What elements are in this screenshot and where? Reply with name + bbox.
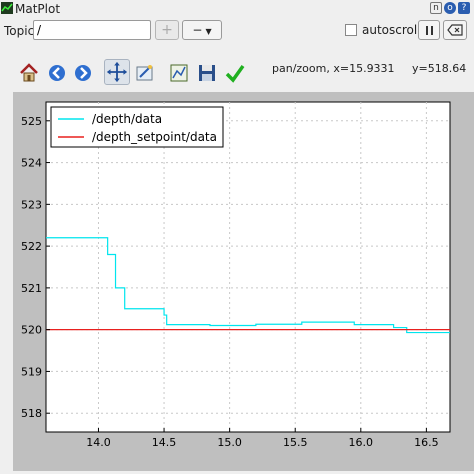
plot-canvas[interactable]: 14.0 14.5 15.0 15.5 16.0 16.5 518 519 520 521 522 5… [13, 92, 474, 471]
autoscroll-toggle[interactable]: autoscroll [345, 23, 421, 37]
y-tick-label: 519 [21, 365, 42, 378]
navigation-toolbar: pan/zoom, x=15.9331 y=518.64 [0, 58, 474, 90]
pause-button[interactable] [418, 20, 440, 40]
autoscroll-checkbox[interactable] [345, 24, 357, 36]
y-tick-label: 518 [21, 407, 42, 420]
topic-label: Topic [4, 24, 35, 38]
plot-figure[interactable]: 14.0 14.5 15.0 15.5 16.0 16.5 518 519 520 521 522 5… [13, 92, 474, 471]
back-icon[interactable] [46, 62, 68, 84]
y-tick-label: 523 [21, 198, 42, 211]
pause-icon-bar [431, 26, 433, 35]
y-tick-label: 522 [21, 240, 42, 253]
x-tick-label: 15.5 [283, 436, 308, 449]
pin-button[interactable]: n [430, 2, 442, 14]
y-tick-label: 520 [21, 324, 42, 337]
chevron-down-icon: ▼ [205, 27, 212, 36]
remove-topic-dropdown[interactable]: − ▼ [182, 20, 222, 40]
clear-button[interactable] [443, 20, 467, 40]
x-tick-label: 15.0 [217, 436, 242, 449]
pause-icon [426, 26, 428, 35]
y-tick-label: 524 [21, 157, 42, 170]
save-icon[interactable] [196, 62, 218, 84]
cursor-coordinates: pan/zoom, x=15.9331 y=518.64 [272, 62, 467, 75]
x-tick-label: 14.0 [86, 436, 111, 449]
pan-icon[interactable] [104, 59, 130, 85]
x-tick-label: 14.5 [152, 436, 177, 449]
legend-label: /depth/data [92, 112, 162, 126]
plot-axes[interactable] [45, 101, 451, 433]
home-icon[interactable] [18, 62, 40, 84]
remove-topic-label: − [192, 23, 203, 37]
topic-row: Topic + −▼ autoscroll [0, 20, 474, 44]
legend-label: /depth_setpoint/data [92, 130, 217, 144]
topic-input[interactable] [33, 20, 151, 40]
subplots-icon[interactable] [168, 62, 190, 84]
checkmark-icon[interactable] [224, 62, 246, 84]
y-tick-label: 525 [21, 115, 42, 128]
zoom-icon[interactable] [134, 62, 156, 84]
add-topic-button[interactable]: + [155, 20, 179, 40]
y-tick-label: 521 [21, 282, 42, 295]
autoscroll-label: autoscroll [362, 23, 421, 37]
window-title: MatPlot [15, 2, 61, 16]
help-button[interactable]: ? [458, 2, 470, 14]
clear-icon [447, 24, 463, 36]
title-bar: MatPlot n o ? [0, 0, 474, 18]
x-tick-label: 16.0 [349, 436, 374, 449]
x-tick-label: 16.5 [414, 436, 439, 449]
app-icon [1, 2, 13, 14]
forward-icon[interactable] [72, 62, 94, 84]
options-button[interactable]: o [444, 2, 456, 14]
